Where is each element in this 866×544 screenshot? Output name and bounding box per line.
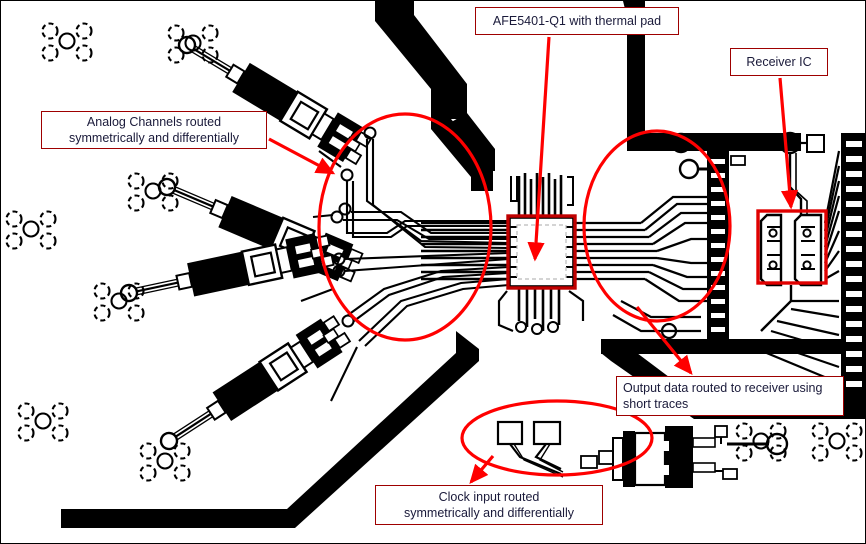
callout-analog-channels: Analog Channels routed symmetrically and… [41, 111, 267, 149]
pcb-layout-figure: AFE5401-Q1 with thermal pad Receiver IC … [0, 0, 866, 544]
callout-clock-input: Clock input routed symmetrically and dif… [375, 485, 603, 525]
analog-connector-assemblies [115, 22, 376, 464]
receiver-fanout-pads [660, 132, 746, 347]
callout-afe5401: AFE5401-Q1 with thermal pad [475, 7, 679, 35]
afe5401-device [497, 173, 585, 335]
pcb-board-artwork [5, 1, 865, 528]
callout-output-data: Output data routed to receiver using sho… [616, 376, 844, 416]
callout-receiver-ic: Receiver IC [730, 48, 828, 76]
